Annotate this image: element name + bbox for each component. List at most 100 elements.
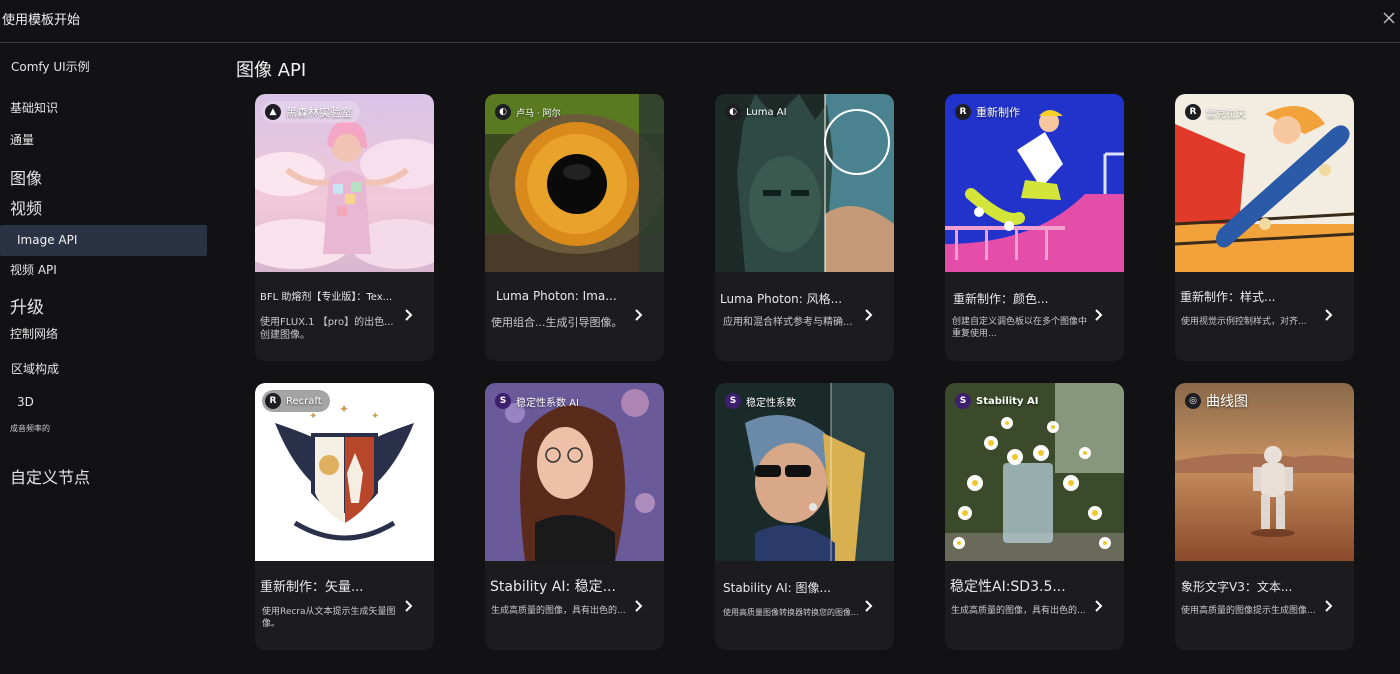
sidebar-item-image-api[interactable]: Image API bbox=[0, 225, 207, 256]
card-title: 象形文字V3：文本... bbox=[1181, 580, 1293, 594]
sidebar-item-audio[interactable]: 成音频率的 bbox=[0, 423, 207, 437]
chevron-right-icon bbox=[405, 309, 413, 321]
luma-logo-icon: ◐ bbox=[495, 104, 511, 120]
sidebar-item-3d[interactable]: 3D bbox=[0, 395, 207, 415]
chevron-right-icon bbox=[865, 600, 873, 612]
chevron-right-icon bbox=[635, 309, 643, 321]
provider-badge: S 稳定性系数 AI bbox=[492, 390, 587, 412]
card-thumbnail: ✦ ✦ ✦ R Recraft bbox=[255, 383, 434, 561]
card-title: 稳定性AI:SD3.5... bbox=[950, 579, 1066, 595]
provider-badge: S Stability AI bbox=[952, 390, 1046, 412]
card-thumbnail: R 雷克拉夫 bbox=[1175, 94, 1354, 272]
card-description: 应用和混合样式参考与精确... bbox=[723, 317, 853, 328]
card-title: 重新制作：颜色... bbox=[953, 292, 1049, 306]
card-description: 创建自定义调色板以在多个图像中重复使用... bbox=[952, 317, 1088, 339]
ideogram-logo-icon: ◎ bbox=[1185, 393, 1201, 409]
card-description: 使用Recra从文本提示生成矢量图像。 bbox=[262, 607, 396, 629]
badge-label: 雷克拉夫 bbox=[1206, 108, 1246, 120]
badge-label: 卢马 · 阿尔 bbox=[516, 108, 561, 119]
badge-label: Recraft bbox=[286, 395, 322, 407]
svg-text:✦: ✦ bbox=[339, 402, 349, 416]
sidebar-item-controlnet[interactable]: 控制网络 bbox=[0, 325, 207, 345]
bfl-logo-icon: ▲ bbox=[265, 104, 281, 120]
card-description: 生成高质量的图像，具有出色的... bbox=[491, 606, 626, 616]
provider-badge: ◎ 曲线图 bbox=[1182, 390, 1256, 412]
sidebar-item-flux[interactable]: 通量 bbox=[0, 131, 207, 151]
template-card[interactable]: ▲ 黑森林实验室 BFL 助熔剂【专业版】：Tex... 使用FLUX.1 【p… bbox=[255, 94, 434, 361]
card-description: 使用视觉示例控制样式，对齐... bbox=[1181, 317, 1307, 327]
badge-label: Luma AI bbox=[746, 106, 787, 118]
svg-text:✦: ✦ bbox=[309, 411, 317, 422]
card-thumbnail: S 稳定性系数 bbox=[715, 383, 894, 561]
close-icon[interactable] bbox=[1382, 11, 1396, 25]
recraft-logo-icon: R bbox=[955, 104, 971, 120]
card-description: 生成高质量的图像，具有出色的... bbox=[951, 606, 1086, 616]
template-card[interactable]: S Stability AI 稳定性AI:SD3.5... 生成高质量的图像，具… bbox=[945, 383, 1124, 650]
card-thumbnail: S Stability AI bbox=[945, 383, 1124, 561]
sidebar-item-comfy-examples[interactable]: Comfy UI示例 bbox=[0, 58, 207, 78]
card-title: Luma Photon: Ima... bbox=[496, 289, 617, 303]
template-card[interactable]: R 重新制作 重新制作：颜色... 创建自定义调色板以在多个图像中重复使用... bbox=[945, 94, 1124, 361]
stability-logo-icon: S bbox=[725, 393, 741, 409]
section-title: 图像 API bbox=[236, 60, 307, 81]
sidebar-item-video[interactable]: 视频 bbox=[0, 195, 207, 219]
card-title: 重新制作：矢量... bbox=[260, 580, 364, 595]
chevron-right-icon bbox=[1095, 600, 1103, 612]
provider-badge: R 雷克拉夫 bbox=[1182, 101, 1254, 123]
card-description: 使用高质量的图像提示生成图像... bbox=[1181, 606, 1316, 616]
chevron-right-icon bbox=[1325, 600, 1333, 612]
provider-badge: ◐ 卢马 · 阿尔 bbox=[492, 101, 569, 123]
card-thumbnail: ◎ 曲线图 bbox=[1175, 383, 1354, 561]
sidebar-item-video-api[interactable]: 视频 API bbox=[0, 261, 207, 281]
badge-label: 稳定性系数 bbox=[746, 397, 796, 409]
template-card[interactable]: ✦ ✦ ✦ R Recraft 重新制作：矢量... 使用Recra从文本提示生… bbox=[255, 383, 434, 650]
template-card[interactable]: S 稳定性系数 Stability AI: 图像... 使用高质量图像转换器转换… bbox=[715, 383, 894, 650]
chevron-right-icon bbox=[865, 309, 873, 321]
stability-logo-icon: S bbox=[495, 393, 511, 409]
recraft-logo-icon: R bbox=[1185, 104, 1201, 120]
card-title: Stability AI: 稳定... bbox=[490, 579, 616, 595]
provider-badge: R Recraft bbox=[262, 390, 330, 412]
card-title: Stability AI: 图像... bbox=[723, 581, 831, 595]
card-description: 使用FLUX.1 【pro】的出色...创建图像。 bbox=[260, 317, 394, 341]
provider-badge: S 稳定性系数 bbox=[722, 390, 804, 412]
card-thumbnail: S 稳定性系数 AI bbox=[485, 383, 664, 561]
template-card[interactable]: ◐ 卢马 · 阿尔 Luma Photon: Ima... 使用组合...生成引… bbox=[485, 94, 664, 361]
badge-label: 曲线图 bbox=[1206, 394, 1248, 410]
card-description: 使用组合...生成引导图像。 bbox=[491, 316, 623, 329]
provider-badge: R 重新制作 bbox=[952, 101, 1028, 123]
sidebar-item-basics[interactable]: 基础知识 bbox=[0, 99, 207, 119]
chevron-right-icon bbox=[1095, 309, 1103, 321]
card-title: 重新制作：样式... bbox=[1180, 290, 1276, 304]
sidebar-item-area-composition[interactable]: 区域构成 bbox=[0, 360, 207, 380]
provider-badge: ▲ 黑森林实验室 bbox=[262, 101, 360, 123]
badge-label: 重新制作 bbox=[976, 106, 1020, 119]
template-card[interactable]: ◎ 曲线图 象形文字V3：文本... 使用高质量的图像提示生成图像... bbox=[1175, 383, 1354, 650]
sidebar-item-image[interactable]: 图像 bbox=[0, 165, 207, 189]
sidebar-item-custom-nodes[interactable]: 自定义节点 bbox=[0, 464, 207, 488]
template-card[interactable]: R 雷克拉夫 重新制作：样式... 使用视觉示例控制样式，对齐... bbox=[1175, 94, 1354, 361]
badge-label: 黑森林实验室 bbox=[286, 106, 352, 119]
card-title: BFL 助熔剂【专业版】：Tex... bbox=[260, 292, 393, 303]
chevron-right-icon bbox=[405, 600, 413, 612]
window-title: 使用模板开始 bbox=[2, 13, 81, 28]
provider-badge: ◐ Luma AI bbox=[722, 101, 795, 123]
card-thumbnail: ◐ Luma AI bbox=[715, 94, 894, 272]
badge-label: Stability AI bbox=[976, 395, 1039, 407]
template-card[interactable]: ◐ Luma AI Luma Photon: 风格... 应用和混合样式参考与精… bbox=[715, 94, 894, 361]
card-thumbnail: ◐ 卢马 · 阿尔 bbox=[485, 94, 664, 272]
recraft-logo-icon: R bbox=[265, 393, 281, 409]
luma-logo-icon: ◐ bbox=[725, 104, 741, 120]
sidebar-item-upscale[interactable]: 升级 bbox=[0, 293, 207, 319]
chevron-right-icon bbox=[635, 600, 643, 612]
svg-text:✦: ✦ bbox=[371, 411, 379, 422]
card-title: Luma Photon: 风格... bbox=[720, 292, 843, 306]
title-bar: 使用模板开始 bbox=[0, 0, 1400, 43]
card-thumbnail: R 重新制作 bbox=[945, 94, 1124, 272]
card-description: 使用高质量图像转换器转换您的图像... bbox=[723, 608, 859, 617]
stability-logo-icon: S bbox=[955, 393, 971, 409]
chevron-right-icon bbox=[1325, 309, 1333, 321]
template-card[interactable]: S 稳定性系数 AI Stability AI: 稳定... 生成高质量的图像，… bbox=[485, 383, 664, 650]
card-thumbnail: ▲ 黑森林实验室 bbox=[255, 94, 434, 272]
sidebar: Comfy UI示例 基础知识 通量 图像 视频 Image API 视频 AP… bbox=[0, 44, 214, 674]
